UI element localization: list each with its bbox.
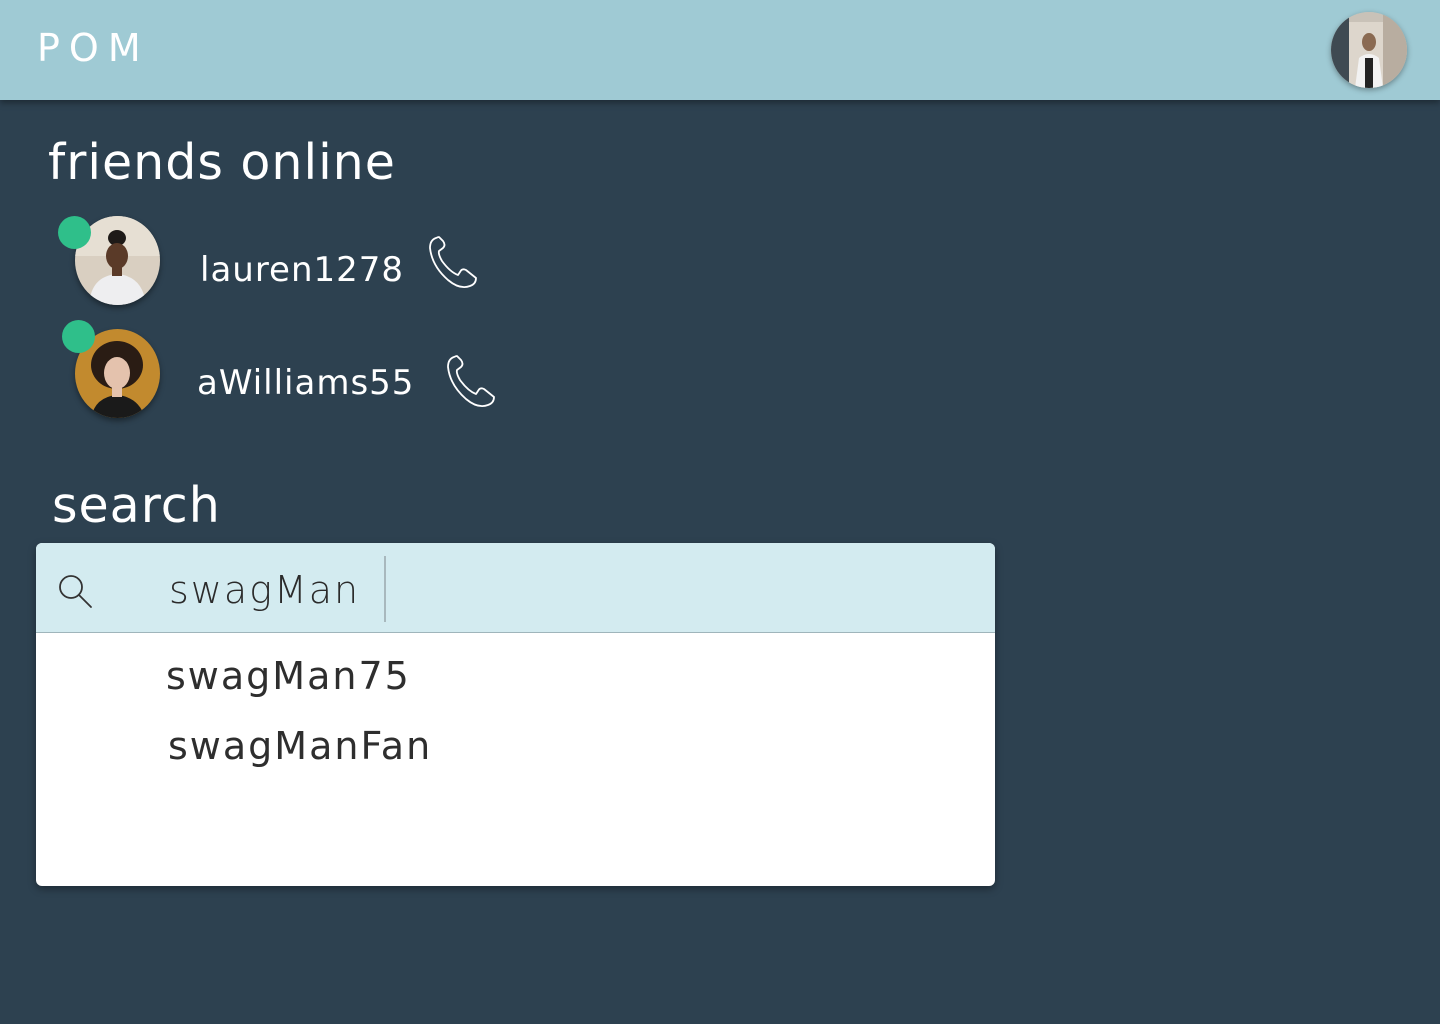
search-suggestion[interactable]: swagMan75 bbox=[166, 654, 411, 698]
profile-avatar[interactable] bbox=[1331, 12, 1407, 88]
search-input[interactable] bbox=[169, 565, 379, 615]
user-avatar-icon bbox=[1331, 12, 1407, 88]
friend-item[interactable]: lauren1278 bbox=[56, 212, 536, 312]
top-bar: POM bbox=[0, 0, 1440, 100]
online-status-indicator bbox=[58, 216, 91, 249]
search-title: search bbox=[52, 477, 221, 534]
friend-username: lauren1278 bbox=[200, 250, 405, 290]
call-button[interactable] bbox=[444, 353, 498, 409]
text-cursor bbox=[384, 556, 386, 622]
friend-username: aWilliams55 bbox=[197, 363, 415, 403]
phone-icon bbox=[429, 236, 477, 289]
search-icon[interactable] bbox=[56, 572, 94, 610]
search-panel: swagMan75 swagManFan bbox=[36, 543, 995, 886]
call-button[interactable] bbox=[426, 234, 480, 290]
search-suggestion[interactable]: swagManFan bbox=[168, 724, 432, 768]
phone-icon bbox=[447, 355, 495, 408]
friends-online-title: friends online bbox=[48, 134, 396, 191]
friend-item[interactable]: aWilliams55 bbox=[56, 320, 536, 425]
online-status-indicator bbox=[62, 320, 95, 353]
app-logo[interactable]: POM bbox=[37, 26, 150, 70]
search-bar[interactable] bbox=[36, 543, 995, 633]
